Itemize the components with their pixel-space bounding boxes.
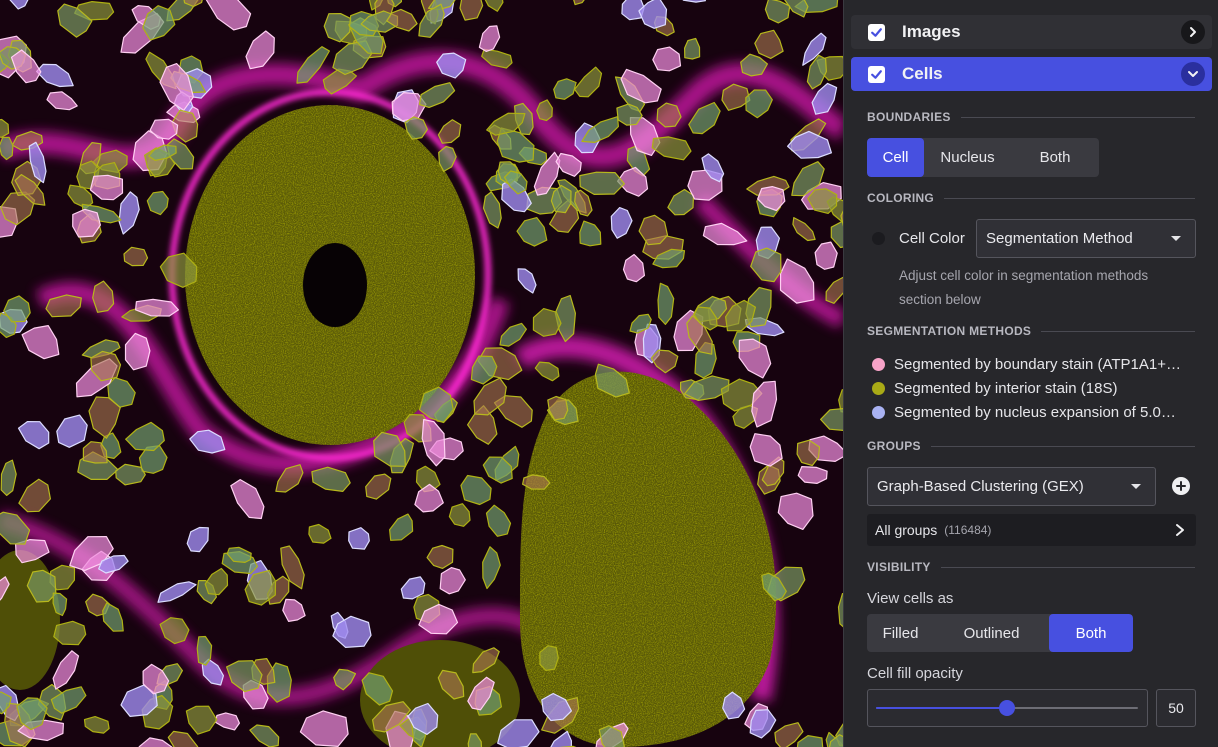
tissue-image (0, 0, 843, 747)
layer-row-images[interactable]: Images (851, 15, 1212, 49)
boundary-option-both[interactable]: Both (1011, 138, 1099, 177)
cell-color-label: Cell Color (899, 230, 965, 247)
segmentation-methods-heading-text: SEGMENTATION METHODS (867, 324, 1032, 338)
method-label: Segmented by boundary stain (ATP1A1+… (894, 356, 1181, 373)
opacity-slider-container (867, 689, 1148, 727)
cell-color-help-line-2: section below (899, 292, 981, 307)
segmentation-method-item[interactable]: Segmented by nucleus expansion of 5.0… (872, 404, 1176, 421)
boundary-option-cell[interactable]: Cell (867, 138, 924, 177)
method-label: Segmented by nucleus expansion of 5.0… (894, 404, 1176, 421)
cell-color-select-value: Segmentation Method (986, 230, 1133, 247)
segmentation-method-item[interactable]: Segmented by boundary stain (ATP1A1+… (872, 356, 1181, 373)
chevron-right-icon (1176, 524, 1184, 536)
plus-circle-icon[interactable] (1172, 477, 1190, 495)
opacity-value-input[interactable]: 50 (1156, 689, 1196, 727)
segmentation-methods-heading: SEGMENTATION METHODS (867, 324, 1195, 338)
layers-panel: Images Cells BOUNDARIES Cell Nucleus Bot… (843, 0, 1218, 747)
method-color-dot (872, 406, 885, 419)
cell-color-swatch (872, 232, 885, 245)
opacity-slider-fill (876, 707, 1007, 709)
segmented-cell[interactable] (123, 246, 149, 267)
visibility-heading: VISIBILITY (867, 560, 1195, 574)
checkmark-icon (871, 27, 882, 37)
checkmark-icon (871, 69, 882, 79)
caret-down-icon (1131, 484, 1141, 489)
opacity-slider-track[interactable] (876, 700, 1138, 716)
groups-select[interactable]: Graph-Based Clustering (GEX) (867, 467, 1156, 506)
chevron-right-icon[interactable] (1181, 20, 1205, 44)
caret-down-icon (1171, 236, 1181, 241)
all-groups-row[interactable]: All groups (116484) (867, 514, 1196, 546)
segmentation-method-item[interactable]: Segmented by interior stain (18S) (872, 380, 1117, 397)
boundaries-heading-text: BOUNDARIES (867, 110, 951, 124)
view-cells-as-toggle: Filled Outlined Both (867, 614, 1133, 652)
method-color-dot (872, 382, 885, 395)
cell-fill-opacity-label: Cell fill opacity (867, 665, 963, 682)
method-label: Segmented by interior stain (18S) (894, 380, 1118, 397)
segmented-cell[interactable] (683, 37, 701, 60)
coloring-heading: COLORING (867, 191, 1195, 205)
groups-heading-text: GROUPS (867, 439, 921, 453)
view-option-filled[interactable]: Filled (867, 614, 934, 652)
view-option-outlined[interactable]: Outlined (934, 614, 1049, 652)
method-color-dot (872, 358, 885, 371)
cell-color-help: Adjust cell color in segmentation method… (899, 264, 1189, 312)
view-option-both[interactable]: Both (1049, 614, 1133, 652)
all-groups-count: (116484) (944, 523, 992, 537)
tissue-image-viewport[interactable] (0, 0, 843, 747)
images-checkbox[interactable] (868, 23, 885, 41)
cells-checkbox[interactable] (868, 65, 885, 83)
layer-row-cells[interactable]: Cells (851, 57, 1212, 91)
groups-select-value: Graph-Based Clustering (GEX) (877, 478, 1084, 495)
chevron-down-icon[interactable] (1181, 62, 1205, 86)
cell-color-help-line-1: Adjust cell color in segmentation method… (899, 268, 1149, 283)
coloring-heading-text: COLORING (867, 191, 935, 205)
images-layer-label: Images (902, 22, 961, 41)
visibility-heading-text: VISIBILITY (867, 560, 931, 574)
cell-color-select[interactable]: Segmentation Method (976, 219, 1196, 258)
segmented-cell[interactable] (656, 102, 682, 128)
opacity-slider-thumb[interactable] (999, 700, 1015, 716)
boundary-option-nucleus[interactable]: Nucleus (924, 138, 1011, 177)
groups-heading: GROUPS (867, 439, 1195, 453)
cells-layer-label: Cells (902, 64, 943, 83)
boundaries-heading: BOUNDARIES (867, 110, 1195, 124)
view-cells-as-label: View cells as (867, 590, 954, 607)
boundaries-toggle: Cell Nucleus Both (867, 138, 1099, 177)
segmented-cell[interactable] (53, 620, 87, 646)
all-groups-label: All groups (875, 522, 938, 538)
